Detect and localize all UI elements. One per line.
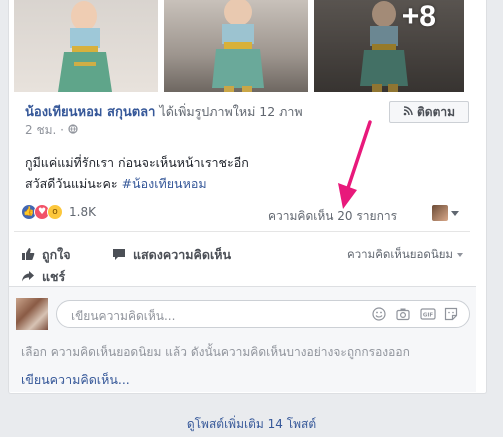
photo-2[interactable] <box>164 0 308 92</box>
child-photo-image <box>212 0 264 92</box>
comment-input[interactable]: เขียนความคิดเห็น... GIF <box>56 300 470 328</box>
post-text: กูมีแค่แม่ที่รักเรา ก่อนจะเห็นหน้าเราชะอ… <box>25 152 445 194</box>
follow-button[interactable]: ติดตาม <box>389 101 469 123</box>
speech-bubble-icon <box>112 247 126 264</box>
photo-3[interactable]: +8 <box>314 0 464 92</box>
share-label: แชร์ <box>42 269 66 284</box>
post-meta: 2 ชม. · <box>25 121 78 140</box>
chevron-down-icon <box>451 210 459 216</box>
gif-icon[interactable]: GIF <box>420 307 436 321</box>
emoji-icon[interactable] <box>372 307 386 321</box>
more-posts-link[interactable]: ดูโพสต์เพิ่มเติม 14 โพสต์ <box>0 415 503 434</box>
camera-icon[interactable] <box>396 307 410 321</box>
commenter-identity-selector[interactable] <box>432 205 459 221</box>
selected-identity-avatar <box>432 205 448 221</box>
post-text-line-1: กูมีแค่แม่ที่รักเรา ก่อนจะเห็นหน้าเราชะอ… <box>25 155 249 170</box>
comment-button[interactable]: แสดงความคิดเห็น <box>112 245 231 265</box>
post-header: น้องเทียนหอม สกุนตลา ได้เพิ่มรูปภาพใหม่ 1… <box>25 101 303 122</box>
post-action-text: ได้เพิ่มรูปภาพใหม่ 12 ภาพ <box>159 104 303 119</box>
author-name[interactable]: น้องเทียนหอม สกุนตลา <box>25 105 155 120</box>
globe-icon[interactable] <box>68 123 78 137</box>
like-button[interactable]: ถูกใจ <box>21 245 71 265</box>
comment-input-placeholder: เขียนความคิดเห็น... <box>71 309 176 323</box>
post-time[interactable]: 2 ชม. <box>25 123 56 137</box>
thumbs-up-icon <box>21 247 35 264</box>
child-photo-image <box>58 1 112 92</box>
share-button[interactable]: แชร์ <box>21 267 65 287</box>
sticker-icon[interactable] <box>444 307 458 321</box>
reaction-summary[interactable]: 👍 ♥ o 1.8K <box>21 204 96 220</box>
comment-input-tools: GIF <box>372 307 458 321</box>
divider <box>9 286 476 287</box>
comment-label: แสดงความคิดเห็น <box>133 247 232 262</box>
share-arrow-icon <box>21 269 35 286</box>
photo-grid: +8 <box>14 0 470 92</box>
chevron-down-icon <box>457 253 464 257</box>
wow-reaction-icon: o <box>47 204 63 220</box>
avatar[interactable] <box>16 298 48 330</box>
more-photos-overlay <box>314 0 464 92</box>
follow-label: ติดตาม <box>416 104 456 119</box>
svg-text:GIF: GIF <box>423 313 434 319</box>
top-comments-note: เลือก ความคิดเห็นยอดนิยม แล้ว ดังนั้นควา… <box>21 345 410 359</box>
separator-dot: · <box>60 123 64 137</box>
sort-label: ความคิดเห็นยอดนิยม <box>347 247 454 261</box>
comment-sort-dropdown[interactable]: ความคิดเห็นยอดนิยม <box>347 246 464 264</box>
more-photos-count[interactable]: +8 <box>402 0 436 34</box>
rss-icon <box>403 105 413 119</box>
write-comment-link[interactable]: เขียนความคิดเห็น... <box>21 370 130 390</box>
divider <box>14 231 470 232</box>
like-label: ถูกใจ <box>42 247 71 262</box>
photo-1[interactable] <box>14 0 158 92</box>
reaction-count: 1.8K <box>69 205 96 219</box>
post-text-line-2: สวัสดีวันแม่นะคะ <box>25 176 118 191</box>
hashtag-link[interactable]: #น้องเทียนหอม <box>122 176 207 191</box>
comment-count-link[interactable]: ความคิดเห็น 20 รายการ <box>268 207 397 226</box>
